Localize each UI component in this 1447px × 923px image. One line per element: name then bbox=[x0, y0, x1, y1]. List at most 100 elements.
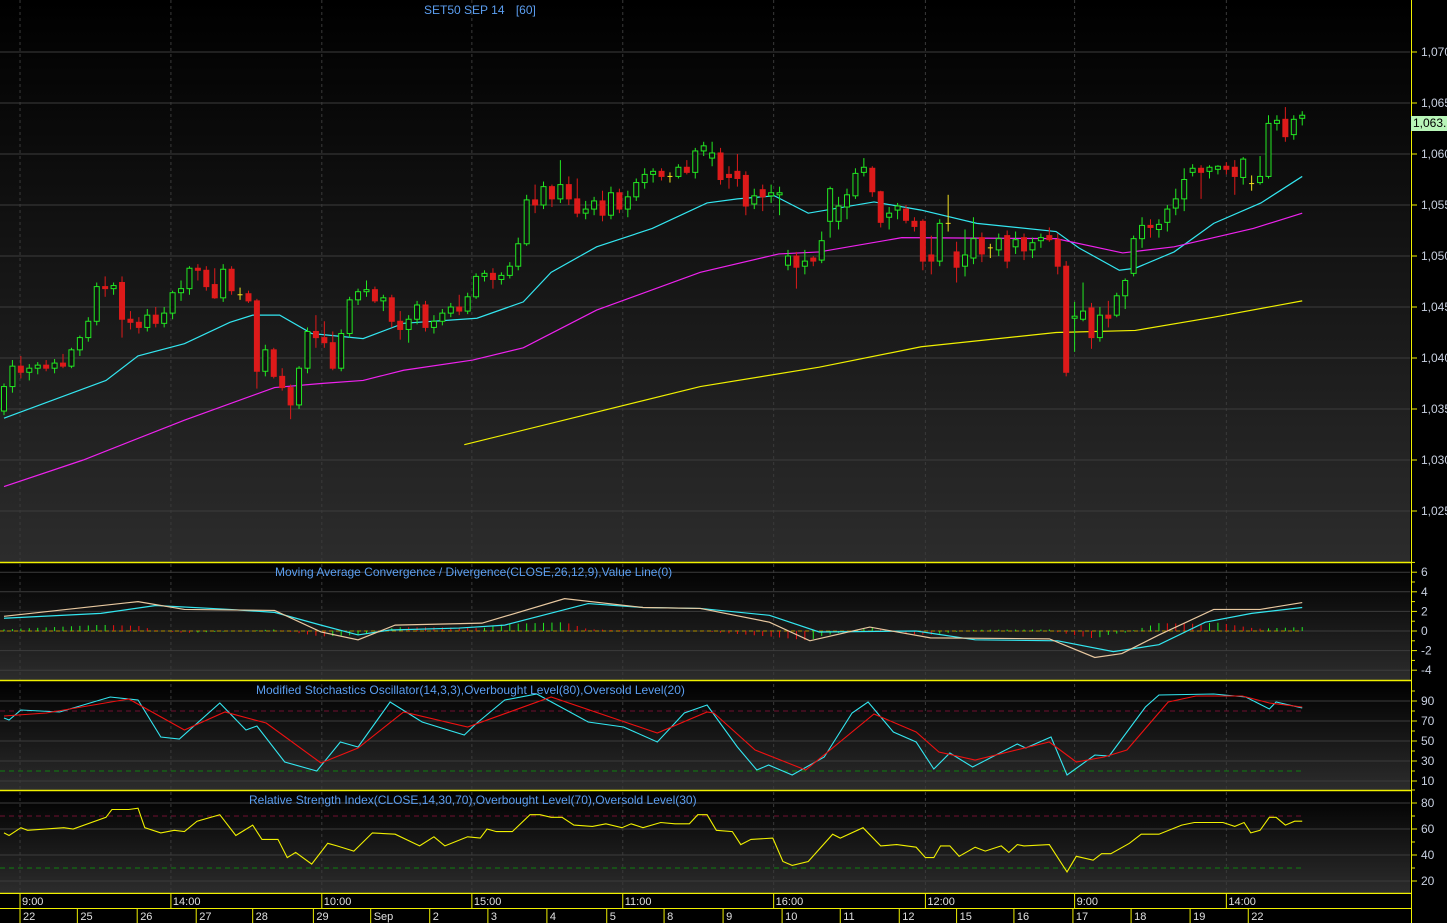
candle-body bbox=[903, 208, 910, 221]
candle-body bbox=[203, 269, 210, 288]
axis-tick-label: 1,025 bbox=[1421, 504, 1447, 518]
candle-body bbox=[540, 186, 547, 206]
axis-tick-label: 20 bbox=[1421, 874, 1435, 888]
axis-tick-label: 1,070 bbox=[1421, 45, 1447, 59]
last-price-tag: 1,063. bbox=[1411, 116, 1447, 131]
axis-tick-label: 1,060 bbox=[1421, 147, 1447, 161]
candle-body bbox=[287, 387, 294, 406]
axis-tick-label: 30 bbox=[1421, 754, 1435, 768]
candle-body bbox=[675, 166, 682, 177]
candle-body bbox=[844, 194, 850, 208]
candle-body bbox=[1172, 198, 1179, 209]
candle-body bbox=[1290, 118, 1297, 136]
candle-body bbox=[768, 192, 775, 197]
time-axis-label: 12:00 bbox=[927, 896, 955, 908]
candle-body bbox=[1080, 310, 1087, 320]
price-panel-background bbox=[0, 0, 1410, 562]
candle-body bbox=[1181, 179, 1188, 200]
candle-body bbox=[658, 170, 665, 177]
candle-body bbox=[439, 312, 446, 322]
candle-body bbox=[253, 300, 260, 372]
candle-body bbox=[43, 364, 50, 369]
time-axis-label: 10:00 bbox=[324, 896, 352, 908]
axis-tick-label: 50 bbox=[1421, 734, 1435, 748]
date-axis-label: 26 bbox=[140, 911, 152, 923]
axis-tick-label: 1,030 bbox=[1421, 453, 1447, 467]
candle-body bbox=[329, 342, 336, 369]
candle-body bbox=[1113, 295, 1120, 316]
interval-label: [60] bbox=[515, 3, 536, 17]
axis-tick-label: 1,065 bbox=[1421, 96, 1447, 110]
candle-body bbox=[886, 212, 893, 218]
chart-canvas[interactable]: 1,070 1,065 1,060 1,055 1,050 1,045 1,040 1,035… bbox=[0, 0, 1447, 923]
candle bbox=[220, 264, 227, 302]
axis-tick-label: 1,040 bbox=[1421, 351, 1447, 365]
candle-body bbox=[759, 189, 766, 198]
candle-body bbox=[1214, 165, 1221, 170]
candle-body bbox=[1257, 175, 1264, 184]
candle-body bbox=[51, 362, 58, 369]
candle-body bbox=[405, 318, 412, 330]
chart-title: SET50 SEP 14 [60] bbox=[424, 3, 536, 17]
candle bbox=[1265, 115, 1272, 179]
candle-body bbox=[363, 289, 370, 293]
candle-body bbox=[1155, 223, 1162, 230]
date-axis-label: 12 bbox=[902, 911, 914, 923]
stochastic-panel-background bbox=[0, 681, 1410, 790]
candle-body bbox=[801, 260, 808, 267]
date-axis-label: 16 bbox=[1017, 911, 1029, 923]
candle-body bbox=[1063, 265, 1070, 373]
candle-body bbox=[810, 257, 817, 262]
candle-body bbox=[953, 251, 960, 268]
candle-body bbox=[548, 186, 555, 200]
candle-body bbox=[995, 238, 1002, 251]
axis-tick-label: 2 bbox=[1421, 604, 1428, 618]
candle-body bbox=[279, 375, 286, 389]
candle-body bbox=[860, 166, 867, 173]
candle-body bbox=[641, 173, 648, 184]
candle-body bbox=[565, 184, 572, 200]
rsi-panel-title: Relative Strength Index(CLOSE,14,30,70),… bbox=[249, 793, 697, 807]
axis-tick-label: -4 bbox=[1421, 663, 1432, 677]
candle-body bbox=[169, 292, 176, 314]
candle-body bbox=[152, 314, 159, 324]
candle-body bbox=[624, 196, 631, 210]
candle bbox=[1, 383, 7, 416]
candle-body bbox=[34, 364, 41, 369]
axis-tick-label: 80 bbox=[1421, 796, 1435, 810]
date-axis-label: 19 bbox=[1193, 911, 1205, 923]
time-axis-label: 15:00 bbox=[474, 896, 502, 908]
candle bbox=[262, 344, 269, 377]
candle-body bbox=[304, 330, 311, 369]
candle-body bbox=[742, 174, 749, 207]
time-axis-label: 9:00 bbox=[22, 896, 43, 908]
candle-body bbox=[380, 297, 387, 302]
time-axis-label: 14:00 bbox=[1228, 896, 1256, 908]
axis-tick-label: 1,035 bbox=[1421, 402, 1447, 416]
candle-body bbox=[312, 330, 319, 339]
candle-body bbox=[464, 296, 471, 312]
candle-body bbox=[262, 349, 269, 372]
candle-body bbox=[506, 265, 513, 276]
axis-tick-label: 1,045 bbox=[1421, 300, 1447, 314]
date-axis-label: 5 bbox=[610, 911, 616, 923]
date-axis-label: 15 bbox=[960, 911, 972, 923]
time-axis-label: 11:00 bbox=[625, 896, 652, 908]
candle-body bbox=[144, 314, 151, 328]
candle-body bbox=[835, 205, 842, 222]
candle-body bbox=[591, 200, 598, 210]
candle-body bbox=[76, 337, 83, 351]
candle bbox=[85, 317, 92, 342]
candle-body bbox=[85, 320, 92, 339]
axis-tick-label: 60 bbox=[1421, 822, 1435, 836]
candle-body bbox=[26, 367, 33, 373]
date-axis-label: Sep bbox=[374, 911, 394, 923]
date-axis-label: 8 bbox=[667, 911, 673, 923]
candle-body bbox=[877, 191, 884, 223]
candle-body bbox=[211, 284, 218, 299]
candle bbox=[877, 190, 884, 228]
candle bbox=[717, 147, 724, 185]
candle-body bbox=[1223, 165, 1230, 170]
candle-body bbox=[515, 243, 522, 267]
candle-body bbox=[633, 182, 640, 198]
